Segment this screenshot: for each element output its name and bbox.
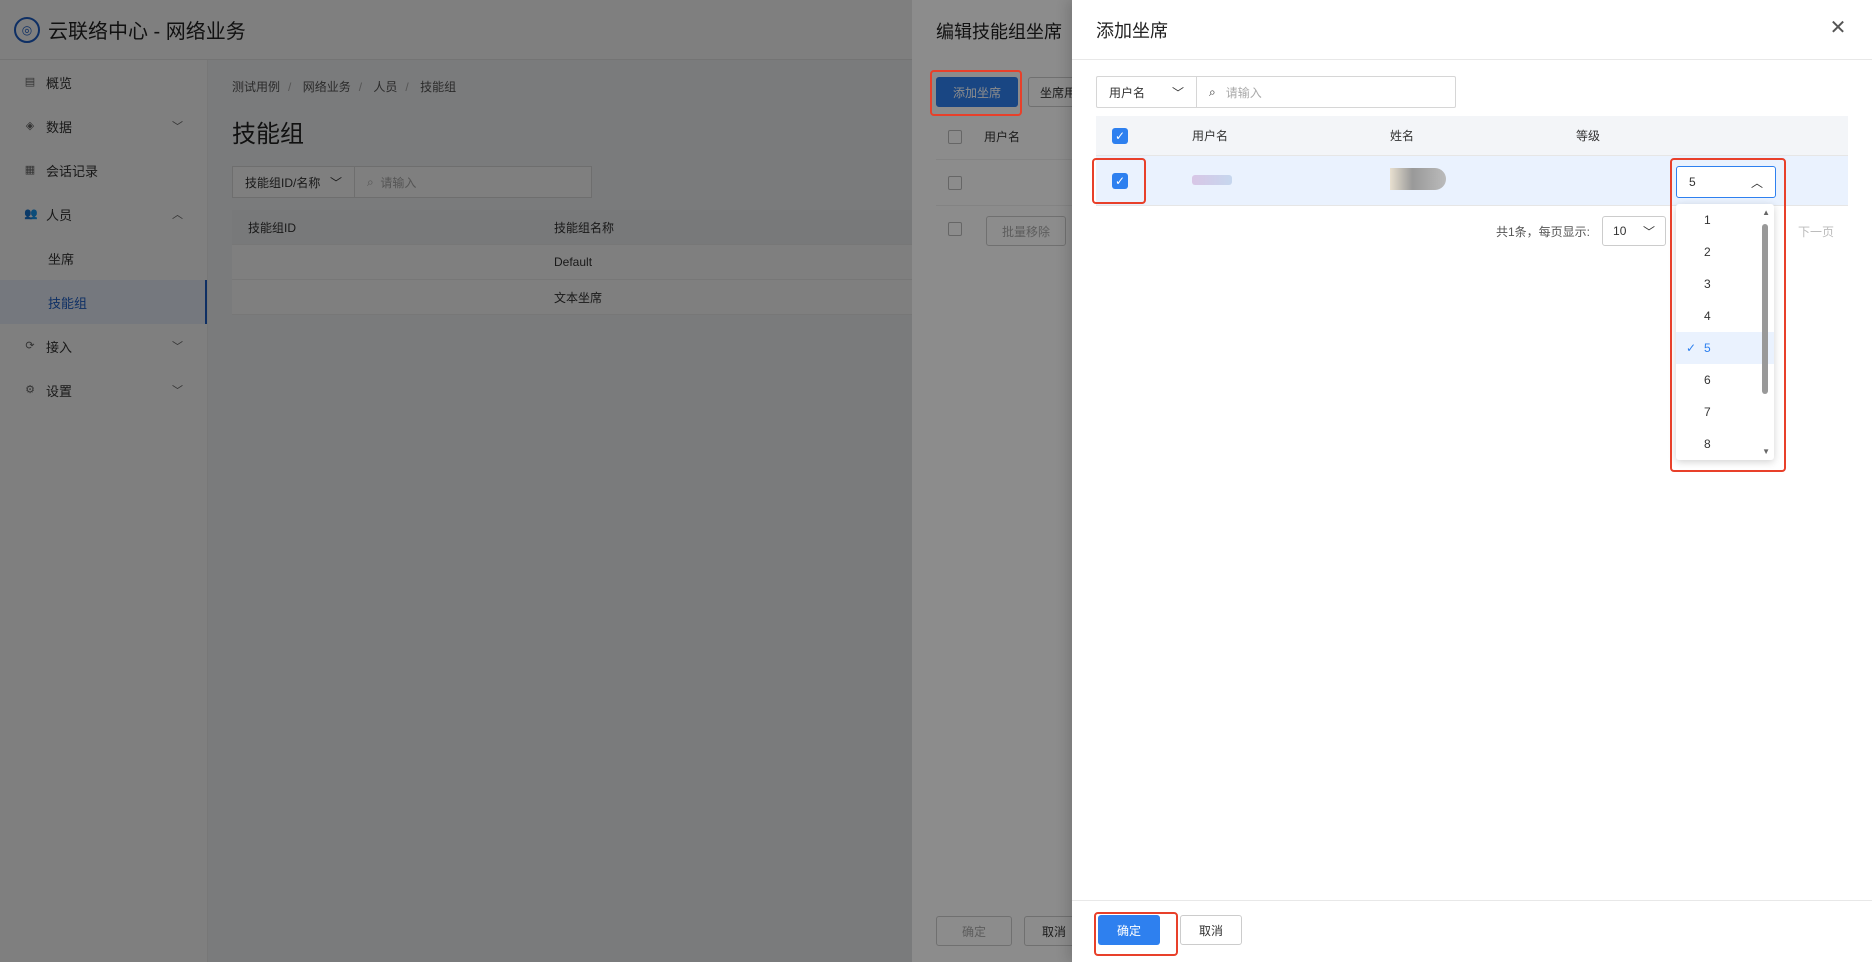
pagination-total: 共1条，每页显示: bbox=[1496, 224, 1591, 239]
close-icon[interactable]: ✕ bbox=[1828, 18, 1848, 38]
search-field-select[interactable]: 用户名 ﹀ bbox=[1097, 77, 1197, 107]
column-header-level: 等级 bbox=[1576, 129, 1601, 143]
app-root: ◎ 云联络中心 - 网络业务 ▤概览 ◈数据﹀ ▦会话记录 👥人员︿ 坐席 技能… bbox=[0, 0, 1872, 962]
drawer-footer: 确定 取消 bbox=[1072, 900, 1872, 962]
select-all-checkbox[interactable]: ✓ bbox=[1112, 127, 1128, 144]
search-placeholder: 请输入 bbox=[1225, 85, 1262, 100]
column-header-username: 用户名 bbox=[1192, 129, 1229, 143]
table-header: ✓ 用户名 姓名 等级 bbox=[1096, 116, 1848, 156]
mask-overlay[interactable] bbox=[912, 0, 1072, 962]
search-box: 用户名 ﹀ ⌕ 请输入 bbox=[1096, 76, 1456, 108]
highlight-ok-button bbox=[1094, 912, 1178, 956]
search-field-value: 用户名 bbox=[1109, 85, 1146, 100]
highlight-level-dropdown bbox=[1670, 158, 1786, 472]
highlight-row-checkbox bbox=[1092, 158, 1146, 204]
cancel-button[interactable]: 取消 bbox=[1180, 915, 1242, 945]
name-redacted bbox=[1390, 168, 1446, 190]
highlight-add-seat bbox=[930, 70, 1022, 116]
column-header-name: 姓名 bbox=[1390, 129, 1415, 143]
username-redacted bbox=[1192, 174, 1232, 185]
add-seat-drawer: 添加坐席 ✕ 用户名 ﹀ ⌕ 请输入 ✓ 用户名 姓名 等级 ✓ 5 ︿ 共1条，每页… bbox=[1072, 0, 1872, 962]
drawer-title: 添加坐席 bbox=[1096, 20, 1168, 41]
page-size-select[interactable]: 10 ﹀ bbox=[1602, 216, 1667, 246]
page-size-value: 10 bbox=[1613, 224, 1627, 238]
search-icon: ⌕ bbox=[1209, 84, 1216, 99]
drawer-header: 添加坐席 ✕ bbox=[1072, 0, 1872, 60]
chevron-down-icon: ﹀ bbox=[1643, 224, 1656, 239]
chevron-down-icon: ﹀ bbox=[1171, 85, 1184, 100]
search-input[interactable]: ⌕ 请输入 bbox=[1197, 84, 1262, 101]
next-page-button[interactable]: 下一页 bbox=[1798, 223, 1834, 240]
